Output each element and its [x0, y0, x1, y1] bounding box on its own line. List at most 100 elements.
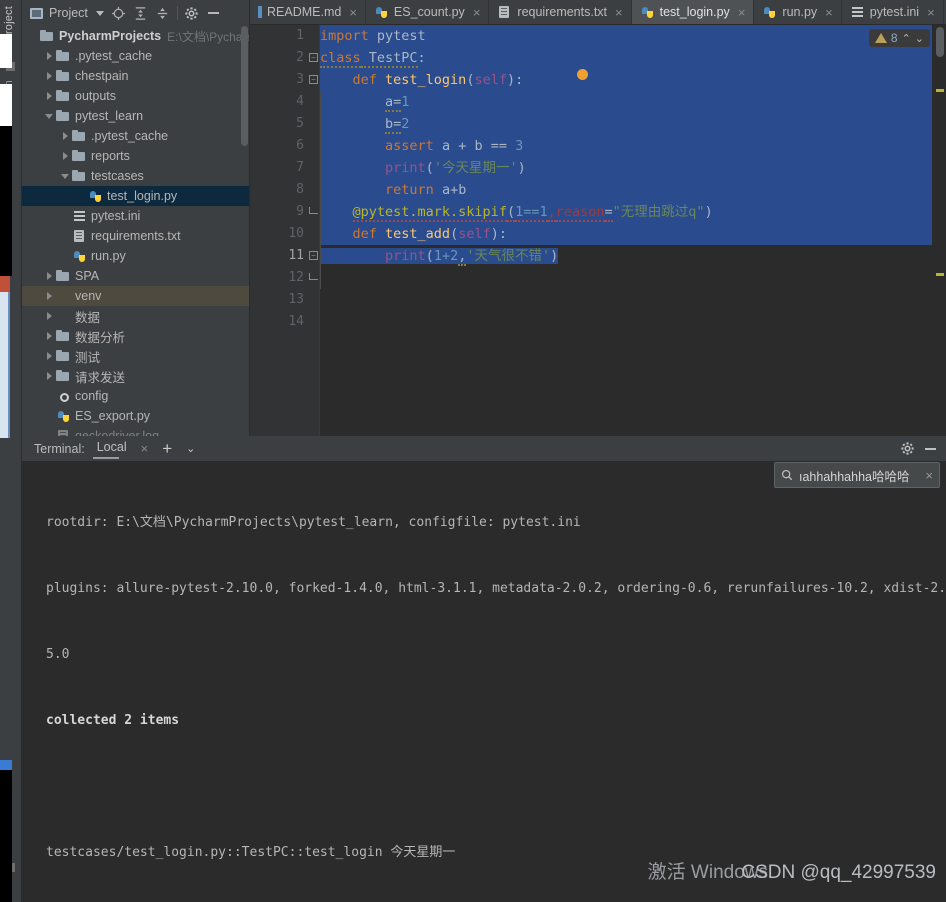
tree-item-testcases[interactable]: testcases: [22, 166, 249, 186]
tree-item-SPA[interactable]: SPA: [22, 266, 249, 286]
tree-item-[interactable]: 测试: [22, 346, 249, 366]
token-fn-test-login: test_login: [376, 72, 467, 88]
tree-item-geckodriver.log[interactable]: geckodriver.log: [22, 426, 249, 436]
fold-marker-class[interactable]: −: [309, 53, 318, 62]
token-pytest-module: pytest: [368, 28, 426, 44]
collapse-all-icon[interactable]: [152, 2, 174, 24]
tree-item-chestpain[interactable]: chestpain: [22, 66, 249, 86]
editor-tab-pytest.ini[interactable]: pytest.ini ×: [842, 0, 944, 24]
tree-item-.pytest_cache[interactable]: .pytest_cache: [22, 46, 249, 66]
close-tab-icon[interactable]: ×: [349, 6, 357, 19]
code-line-4: a=1: [320, 91, 932, 113]
tree-item-venv[interactable]: venv: [22, 286, 249, 306]
folder-database-icon: [56, 309, 71, 323]
chevron-right-icon[interactable]: [44, 331, 55, 342]
chevron-right-icon[interactable]: [44, 291, 55, 302]
chevron-right-icon[interactable]: [44, 271, 55, 282]
editor-tab-label: requirements.txt: [517, 5, 608, 19]
intention-bulb-icon[interactable]: [577, 69, 588, 80]
tree-item-config[interactable]: config: [22, 386, 249, 406]
fold-marker-def2[interactable]: −: [309, 251, 318, 260]
clear-search-icon[interactable]: ×: [925, 468, 933, 483]
next-problem-icon[interactable]: ⌄: [915, 32, 924, 45]
chevron-right-icon[interactable]: [60, 151, 71, 162]
close-tab-icon[interactable]: ×: [738, 6, 746, 19]
tree-item-pytest.ini[interactable]: pytest.ini: [22, 206, 249, 226]
minimize-icon[interactable]: [925, 447, 936, 450]
editor-tab-requirements.txt[interactable]: requirements.txt ×: [489, 0, 632, 24]
chevron-down-icon[interactable]: [60, 171, 71, 182]
tree-item-.pytest_cache[interactable]: .pytest_cache: [22, 126, 249, 146]
project-tree-scrollbar[interactable]: [241, 26, 248, 146]
editor-tab-bar[interactable]: README.md × ES_count.py × requirements.txt × t…: [250, 0, 946, 25]
chevron-right-icon[interactable]: [44, 371, 55, 382]
chevron-right-icon[interactable]: [60, 131, 71, 142]
tree-item-run.py[interactable]: run.py: [22, 246, 249, 266]
gear-icon[interactable]: [900, 441, 915, 456]
tree-item-label: config: [75, 389, 109, 403]
close-tab-icon[interactable]: ×: [825, 6, 833, 19]
chevron-down-icon[interactable]: ⌄: [186, 442, 195, 455]
project-file-tree[interactable]: PycharmProjects E:\文档\PycharmP .pytest_cac…: [22, 26, 249, 436]
close-tab-icon[interactable]: ×: [927, 6, 935, 19]
editor-tab-run.py[interactable]: run.py ×: [754, 0, 842, 24]
tree-item-test_login.py[interactable]: test_login.py: [22, 186, 249, 206]
chevron-right-icon[interactable]: [44, 91, 55, 102]
editor-tab-label: test_login.py: [659, 5, 730, 19]
error-stripe-mark-1[interactable]: [936, 89, 944, 92]
editor-scrollbar[interactable]: [936, 27, 944, 57]
terminal-output[interactable]: rootdir: E:\文档\PycharmProjects\pytest_le…: [22, 462, 946, 902]
code-line-7: print('今天星期一'): [320, 157, 932, 179]
background-window-edge-3: [0, 126, 12, 276]
toolbar-divider: [176, 6, 178, 20]
tree-item-[interactable]: 请求发送: [22, 366, 249, 386]
fold-end-marker-1: [309, 207, 318, 214]
error-stripe-mark-2[interactable]: [936, 273, 944, 276]
warning-triangle-icon: [874, 33, 887, 43]
tree-item-PycharmProjects[interactable]: PycharmProjects E:\文档\PycharmP: [22, 26, 249, 46]
expand-all-icon[interactable]: [130, 2, 152, 24]
tree-item-[interactable]: 数据分析: [22, 326, 249, 346]
tree-item-ES_export.py[interactable]: ES_export.py: [22, 406, 249, 426]
editor-warning-badge[interactable]: 8 ⌃ ⌄: [868, 29, 930, 47]
chevron-right-icon[interactable]: [44, 351, 55, 362]
editor-tab-test_login.py[interactable]: test_login.py ×: [631, 0, 755, 24]
fold-marker-def1[interactable]: −: [309, 75, 318, 84]
chevron-down-icon[interactable]: [95, 10, 104, 16]
editor-tab-ES_count.py[interactable]: ES_count.py ×: [366, 0, 490, 24]
chevron-right-icon[interactable]: [44, 51, 55, 62]
chevron-down-icon[interactable]: [44, 111, 55, 122]
search-input[interactable]: ıahhahhahha哈哈哈: [799, 466, 919, 485]
tree-item-label: .pytest_cache: [75, 49, 153, 63]
tree-item-reports[interactable]: reports: [22, 146, 249, 166]
terminal-search-box[interactable]: ıahhahhahha哈哈哈 ×: [774, 462, 940, 488]
close-tab-icon[interactable]: ×: [615, 6, 623, 19]
folder-icon: [72, 149, 87, 163]
terminal-tab-local[interactable]: Local: [92, 440, 131, 459]
token-import: import: [320, 28, 369, 44]
code-text[interactable]: import pytest class TestPC: def test_log…: [320, 25, 932, 436]
token-paren-open-9: (: [506, 204, 516, 222]
tree-item-[interactable]: 数据: [22, 306, 249, 326]
token-return-expr: a+b: [433, 182, 467, 198]
gear-icon[interactable]: [181, 2, 203, 24]
chevron-right-icon[interactable]: [44, 311, 55, 322]
close-icon[interactable]: ×: [141, 441, 149, 456]
tree-item-requirements.txt[interactable]: requirements.txt: [22, 226, 249, 246]
editor-tab-README.md[interactable]: README.md ×: [250, 0, 366, 24]
fold-gutter[interactable]: − − −: [308, 25, 320, 436]
tree-item-outputs[interactable]: outputs: [22, 86, 249, 106]
chevron-right-icon[interactable]: [44, 71, 55, 82]
close-tab-icon[interactable]: ×: [473, 6, 481, 19]
tree-item-pytest_learn[interactable]: pytest_learn: [22, 106, 249, 126]
project-view-selector[interactable]: Project: [26, 6, 108, 20]
locate-icon[interactable]: [108, 2, 130, 24]
code-editor[interactable]: 1 2 3 4 5 6 7 8 9 10 11 12 13 14 − − − import pytest …: [250, 25, 946, 436]
project-panel-toolbar: Project: [22, 0, 249, 26]
new-terminal-icon[interactable]: +: [162, 440, 172, 457]
prev-problem-icon[interactable]: ⌃: [902, 32, 911, 45]
minimize-icon[interactable]: [203, 2, 225, 24]
